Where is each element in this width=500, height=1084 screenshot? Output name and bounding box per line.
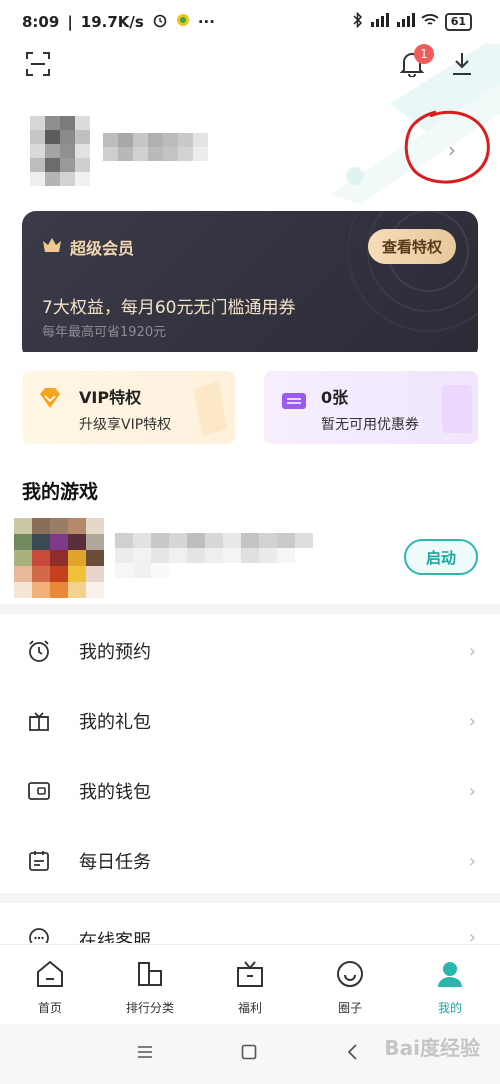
menu-item-customer-service[interactable]: 在线客服 › xyxy=(0,903,500,943)
coupon-tile-decor xyxy=(442,385,472,433)
vip-savings-text: 每年最高可省1920元 xyxy=(42,325,167,340)
vip-tile-subtitle: 升级享VIP特权 xyxy=(79,417,172,433)
alarm-clock-icon xyxy=(26,638,52,664)
watermark: Bai度经验 xyxy=(384,1036,480,1060)
notification-badge: 1 xyxy=(414,44,434,64)
vip-tile-decor xyxy=(194,381,227,437)
chevron-right-icon: › xyxy=(468,850,476,872)
bottom-tab-bar: 首页 排行分类 福利 圈子 我的 xyxy=(0,944,500,1024)
back-nav-icon[interactable] xyxy=(346,1044,358,1064)
menu-item-reservations[interactable]: 我的预约 › xyxy=(0,616,500,686)
wallet-icon xyxy=(26,778,52,804)
signal-2-icon xyxy=(395,13,415,30)
battery-indicator: 61 xyxy=(444,12,472,31)
status-divider: | xyxy=(67,13,73,31)
vip-privilege-tile[interactable]: VIP特权 升级享VIP特权 xyxy=(22,371,235,444)
diamond-icon xyxy=(38,387,62,413)
username-blurred[interactable] xyxy=(103,133,208,161)
chevron-right-icon: › xyxy=(468,710,476,732)
section-divider xyxy=(0,893,500,903)
section-divider xyxy=(0,604,500,614)
tab-ranking[interactable]: 排行分类 xyxy=(105,945,195,1024)
bluetooth-icon xyxy=(353,11,363,31)
status-bar: 8:09 | 19.7K/s ··· 61 xyxy=(0,0,500,44)
chat-bubble-icon xyxy=(26,925,52,943)
user-icon xyxy=(435,959,465,993)
status-time: 8:09 xyxy=(22,13,60,31)
gift-box-icon xyxy=(235,959,265,993)
menu-item-wallet[interactable]: 我的钱包 › xyxy=(0,756,500,826)
menu-item-label: 我的钱包 xyxy=(79,782,151,803)
status-left: 8:09 | 19.7K/s ··· xyxy=(22,12,215,32)
menu-item-label: 在线客服 xyxy=(79,931,151,943)
my-games-title: 我的游戏 xyxy=(22,481,99,503)
more-status-icon: ··· xyxy=(197,13,215,31)
chevron-right-icon: › xyxy=(468,640,476,662)
avatar[interactable] xyxy=(30,116,90,186)
tab-label: 福利 xyxy=(237,1001,262,1015)
vip-card-title: 超级会员 xyxy=(42,235,134,259)
alarm-status-icon xyxy=(152,12,168,32)
tab-label: 我的 xyxy=(437,1001,462,1015)
home-nav-icon[interactable] xyxy=(241,1044,257,1064)
tab-mine[interactable]: 我的 xyxy=(405,945,495,1024)
ranking-icon xyxy=(135,959,165,993)
gift-icon xyxy=(26,708,52,734)
tab-label: 圈子 xyxy=(337,1001,362,1015)
coupon-tile-subtitle: 暂无可用优惠券 xyxy=(321,417,419,433)
menu-item-gift-packs[interactable]: 我的礼包 › xyxy=(0,686,500,756)
coupon-tile[interactable]: 0张 暂无可用优惠券 xyxy=(264,371,478,444)
coupon-icon xyxy=(281,391,307,415)
calendar-icon xyxy=(26,848,52,874)
game-name-blurred xyxy=(115,533,313,578)
red-annotation-circle xyxy=(404,110,490,184)
scan-icon[interactable] xyxy=(24,50,52,78)
menu-item-daily-tasks[interactable]: 每日任务 › xyxy=(0,826,500,896)
menu-nav-icon[interactable] xyxy=(137,1044,153,1063)
chevron-right-icon: › xyxy=(468,927,476,943)
tab-home[interactable]: 首页 xyxy=(5,945,95,1024)
home-icon xyxy=(35,959,65,993)
tab-label: 排行分类 xyxy=(125,1001,174,1015)
status-right: 61 xyxy=(353,11,472,31)
menu-item-label: 每日任务 xyxy=(79,852,151,873)
vip-card-title-text: 超级会员 xyxy=(70,239,135,258)
vip-benefits-text: 7大权益，每月60元无门槛通用券 xyxy=(42,298,296,318)
network-speed: 19.7K/s xyxy=(80,13,144,31)
view-privileges-button[interactable]: 查看特权 xyxy=(367,229,456,264)
chevron-right-icon: › xyxy=(468,780,476,802)
tab-circle[interactable]: 圈子 xyxy=(305,945,395,1024)
vip-tile-title: VIP特权 xyxy=(79,388,142,407)
signal-1-icon xyxy=(369,13,389,30)
launch-game-button[interactable]: 启动 xyxy=(404,539,478,575)
menu-item-label: 我的礼包 xyxy=(79,712,151,733)
tab-welfare[interactable]: 福利 xyxy=(205,945,295,1024)
coupon-tile-title: 0张 xyxy=(321,388,349,407)
super-vip-card[interactable]: 超级会员 查看特权 7大权益，每月60元无门槛通用券 每年最高可省1920元 xyxy=(22,211,478,361)
download-icon[interactable] xyxy=(448,50,476,78)
game-icon-blurred[interactable] xyxy=(14,518,104,598)
circle-icon xyxy=(335,959,365,993)
menu-item-label: 我的预约 xyxy=(79,642,151,663)
wifi-icon xyxy=(421,13,439,30)
app-status-icon xyxy=(176,13,190,31)
tab-label: 首页 xyxy=(37,1001,62,1015)
crown-icon xyxy=(42,237,62,257)
